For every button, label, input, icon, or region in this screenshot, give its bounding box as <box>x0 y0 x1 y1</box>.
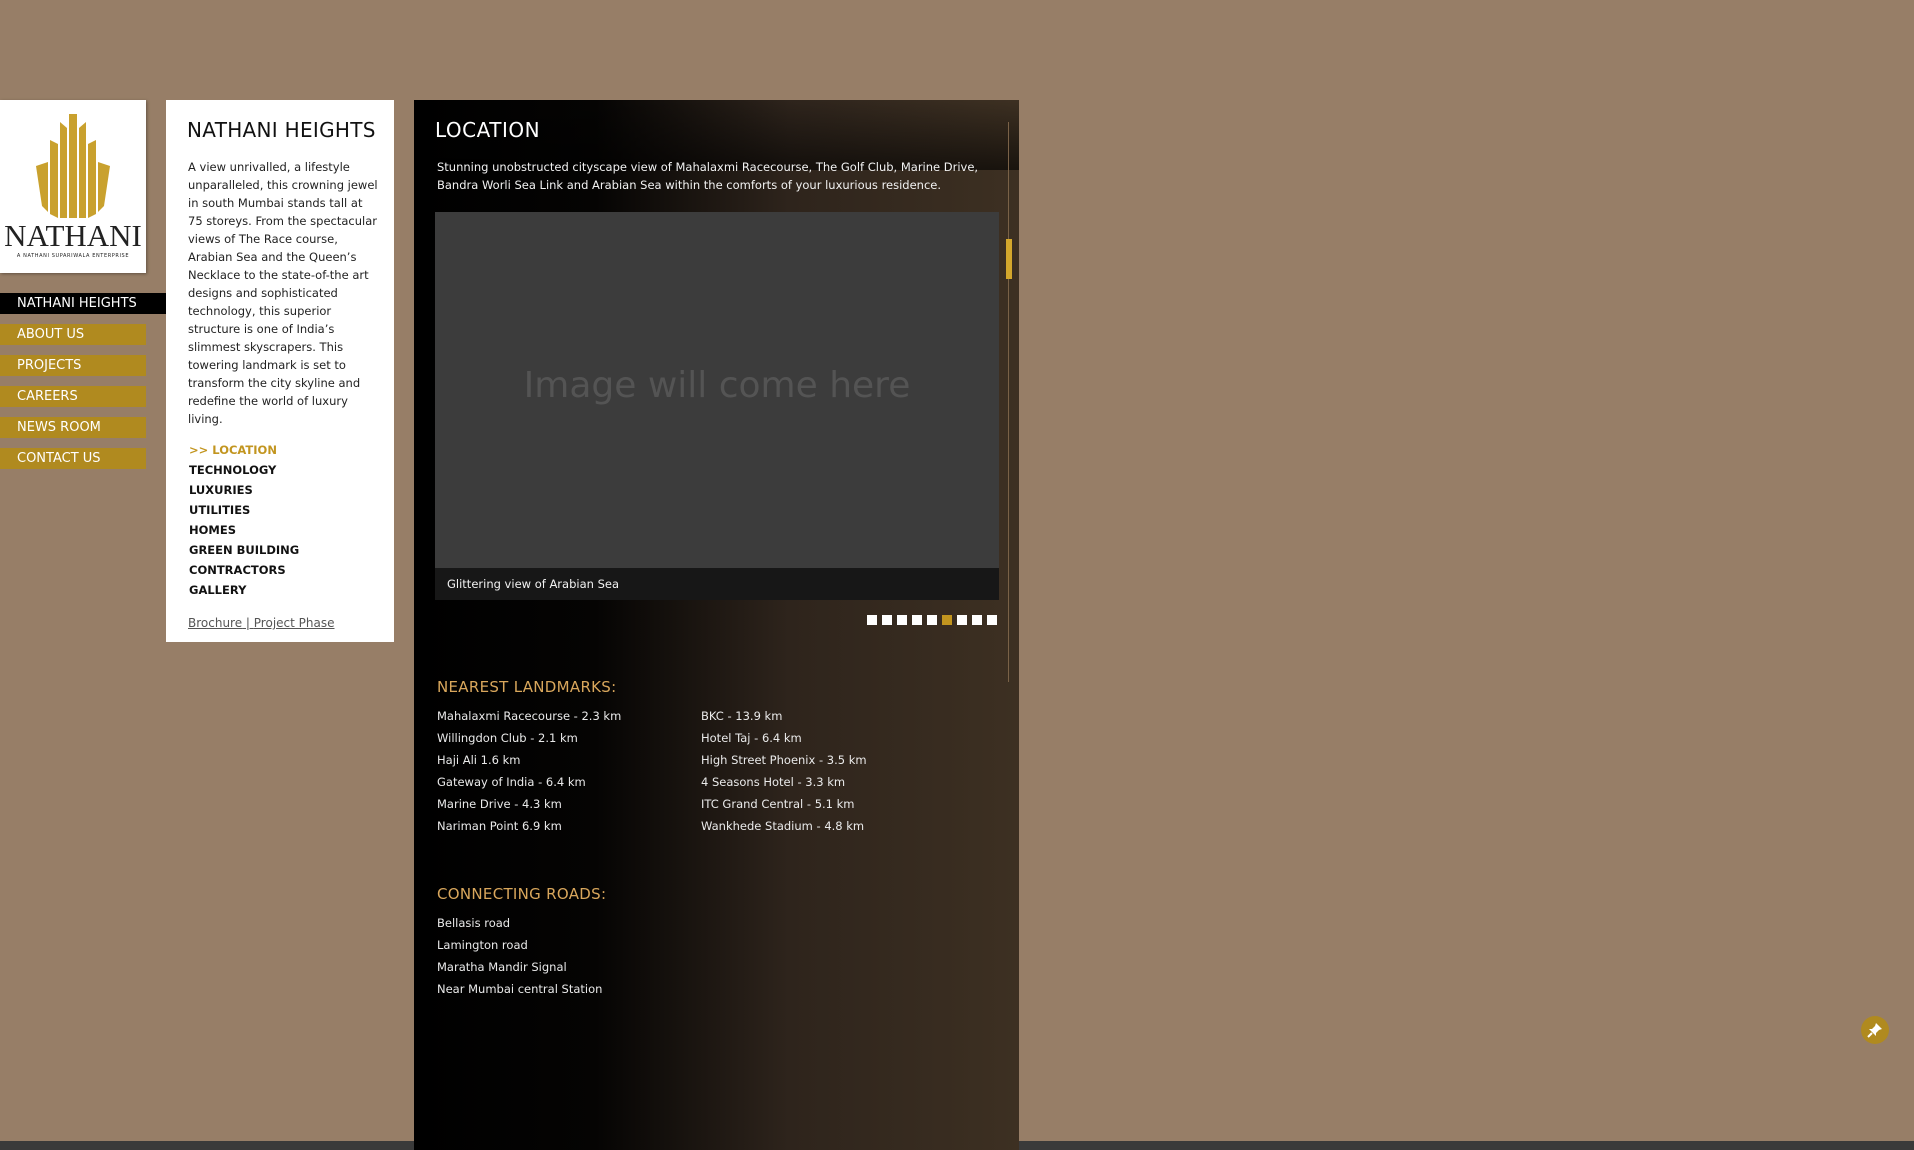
project-description: A view unrivalled, a lifestyle unparalle… <box>188 160 378 426</box>
project-phase-link[interactable]: Project Phase <box>254 616 335 630</box>
sub-nav-homes[interactable]: HOMES <box>189 520 299 540</box>
nav-item-contact-us[interactable]: CONTACT US <box>0 448 146 469</box>
slide-dot[interactable] <box>867 615 877 625</box>
link-separator: | <box>242 616 254 630</box>
slide-dot-active[interactable] <box>942 615 952 625</box>
landmark-item: 4 Seasons Hotel - 3.3 km <box>701 775 846 789</box>
sub-nav-contractors[interactable]: CONTRACTORS <box>189 560 299 580</box>
road-item: Lamington road <box>437 938 528 952</box>
scrollbar-track[interactable] <box>1008 122 1009 682</box>
location-intro: Stunning unobstructed cityscape view of … <box>437 160 979 192</box>
slide-dot[interactable] <box>882 615 892 625</box>
slide-caption-bar: Glittering view of Arabian Sea <box>435 568 999 600</box>
slide-dot[interactable] <box>972 615 982 625</box>
slide-dot[interactable] <box>987 615 997 625</box>
floating-pin-button[interactable] <box>1861 1016 1889 1044</box>
landmark-item: BKC - 13.9 km <box>701 709 783 723</box>
sub-nav-luxuries[interactable]: LUXURIES <box>189 480 299 500</box>
landmarks-heading: NEAREST LANDMARKS: <box>437 678 617 696</box>
document-links: Brochure | Project Phase <box>188 616 334 630</box>
road-item: Near Mumbai central Station <box>437 982 603 996</box>
brochure-link[interactable]: Brochure <box>188 616 242 630</box>
landmark-item: Hotel Taj - 6.4 km <box>701 731 802 745</box>
nav-item-projects[interactable]: PROJECTS <box>0 355 146 376</box>
location-panel: LOCATION Stunning unobstructed cityscape… <box>414 100 1019 1150</box>
pin-icon <box>1867 1023 1882 1038</box>
landmark-item: Willingdon Club - 2.1 km <box>437 731 578 745</box>
slide-dot[interactable] <box>897 615 907 625</box>
landmarks-list-right: BKC - 13.9 km Hotel Taj - 6.4 km High St… <box>701 705 867 837</box>
slide-caption: Glittering view of Arabian Sea <box>447 577 619 591</box>
project-sub-nav: >> LOCATION TECHNOLOGY LUXURIES UTILITIE… <box>189 440 299 600</box>
landmark-item: Nariman Point 6.9 km <box>437 819 562 833</box>
slide-dot[interactable] <box>957 615 967 625</box>
project-title: NATHANI HEIGHTS <box>187 118 376 142</box>
road-item: Maratha Mandir Signal <box>437 960 567 974</box>
site-logo[interactable]: NATHANI A NATHANI SUPARIWALA ENTERPRISE <box>0 100 146 273</box>
road-item: Bellasis road <box>437 916 511 930</box>
landmark-item: Wankhede Stadium - 4.8 km <box>701 819 865 833</box>
sub-nav-location[interactable]: >> LOCATION <box>189 440 299 460</box>
image-placeholder-text: Image will come here <box>523 365 911 406</box>
nav-item-news-room[interactable]: NEWS ROOM <box>0 417 146 438</box>
slide-dot[interactable] <box>927 615 937 625</box>
sub-nav-technology[interactable]: TECHNOLOGY <box>189 460 299 480</box>
nav-item-careers[interactable]: CAREERS <box>0 386 146 407</box>
landmark-item: ITC Grand Central - 5.1 km <box>701 797 855 811</box>
connecting-roads-heading: CONNECTING ROADS: <box>437 885 607 903</box>
slideshow-image: Image will come here <box>435 212 999 568</box>
logo-wordmark: NATHANI <box>4 218 142 253</box>
section-title: LOCATION <box>435 118 541 142</box>
project-info-panel: NATHANI HEIGHTS A view unrivalled, a lif… <box>166 100 394 642</box>
landmark-item: Mahalaxmi Racecourse - 2.3 km <box>437 709 622 723</box>
scrollbar-thumb[interactable] <box>1006 239 1012 279</box>
nav-item-nathani-heights[interactable]: NATHANI HEIGHTS <box>0 293 166 314</box>
sub-nav-gallery[interactable]: GALLERY <box>189 580 299 600</box>
landmark-item: Haji Ali 1.6 km <box>437 753 521 767</box>
sub-nav-utilities[interactable]: UTILITIES <box>189 500 299 520</box>
landmark-item: Gateway of India - 6.4 km <box>437 775 586 789</box>
landmark-item: High Street Phoenix - 3.5 km <box>701 753 867 767</box>
connecting-roads-list: Bellasis road Lamington road Maratha Man… <box>437 912 602 1000</box>
nathani-crown-logo-icon <box>36 114 110 218</box>
landmarks-list-left: Mahalaxmi Racecourse - 2.3 km Willingdon… <box>437 705 621 837</box>
landmark-item: Marine Drive - 4.3 km <box>437 797 562 811</box>
sub-nav-green-building[interactable]: GREEN BUILDING <box>189 540 299 560</box>
logo-tagline: A NATHANI SUPARIWALA ENTERPRISE <box>16 253 130 259</box>
nav-item-about-us[interactable]: ABOUT US <box>0 324 146 345</box>
slide-dot[interactable] <box>912 615 922 625</box>
